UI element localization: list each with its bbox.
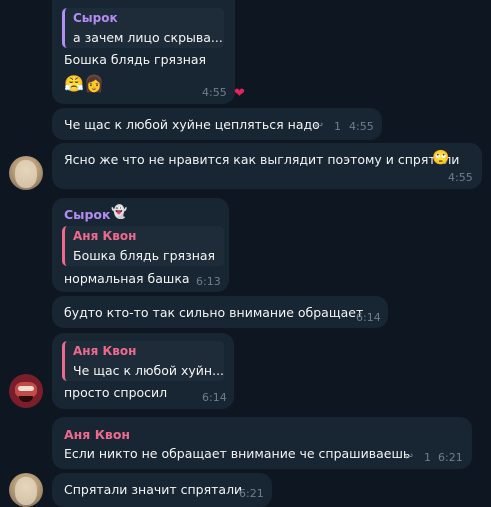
message-text: нормальная башка <box>64 271 190 286</box>
message-time: 4:55 <box>349 120 374 133</box>
replies-count: 1 <box>424 451 431 464</box>
heart-reaction-icon[interactable]: ❤ <box>234 86 245 101</box>
eye-roll-emoji: 🙄 <box>432 150 450 166</box>
reply-author: Аня Квон <box>73 344 137 358</box>
reply-author: Аня Квон <box>73 229 137 243</box>
replies-count: 1 <box>334 120 341 133</box>
sticker-emoji: 👩 <box>84 74 104 93</box>
message-time: 6:21 <box>239 487 264 500</box>
message-text: просто спросил <box>64 385 168 400</box>
message-time: 6:14 <box>202 391 227 404</box>
avatar[interactable] <box>9 156 43 190</box>
message-time: 6:14 <box>356 311 381 324</box>
avatar[interactable] <box>9 374 43 408</box>
message-bubble[interactable]: Ясно же что не нравится как выглядит поэ… <box>52 143 482 189</box>
message-bubble[interactable]: Сырок а зачем лицо скрыва... Бошка блядь… <box>52 0 235 104</box>
sender-name: Сырок <box>64 207 111 222</box>
message-time: 6:21 <box>438 451 463 464</box>
avatar[interactable] <box>9 473 43 507</box>
reply-author: Сырок <box>73 11 118 25</box>
avatar-mouth <box>19 396 33 402</box>
avatar-photo <box>15 477 37 505</box>
reply-arrow-icon[interactable]: ↩ <box>404 450 413 463</box>
message-text: Ясно же что не нравится как выглядит поэ… <box>64 152 460 167</box>
sticker-emoji: 😤 <box>64 74 84 93</box>
message-text: будто кто-то так сильно внимание обращае… <box>64 305 364 320</box>
reply-text: Че щас к любой хуйн... <box>73 363 224 378</box>
message-time: 4:55 <box>448 171 473 184</box>
message-text: Бошка блядь грязная <box>64 52 207 67</box>
sender-name: Аня Квон <box>64 427 131 442</box>
reply-preview[interactable]: Сырок а зачем лицо скрыва... <box>62 8 224 48</box>
message-time: 4:55 <box>202 86 227 99</box>
reply-preview[interactable]: Аня Квон Че щас к любой хуйн... <box>62 341 224 381</box>
ghost-emoji: 👻 <box>111 205 128 220</box>
message-bubble[interactable]: Че щас к любой хуйне цепляться надо ↩ 1 … <box>52 108 382 140</box>
avatar-eyes <box>18 386 34 391</box>
message-text: Че щас к любой хуйне цепляться надо <box>64 117 320 132</box>
message-bubble[interactable]: Спрятали значит спрятали 6:21 <box>52 473 272 507</box>
message-bubble[interactable]: Аня Квон Если никто не обращает внимание… <box>52 417 472 469</box>
reply-preview[interactable]: Аня Квон Бошка блядь грязная <box>62 226 224 266</box>
message-bubble[interactable]: Аня Квон Че щас к любой хуйн... просто с… <box>52 333 234 409</box>
reply-text: Бошка блядь грязная <box>73 248 216 263</box>
reply-arrow-icon[interactable]: ↩ <box>314 119 323 132</box>
message-time: 6:13 <box>196 275 221 288</box>
message-text: Спрятали значит спрятали <box>64 482 243 497</box>
avatar-photo <box>15 160 37 188</box>
message-text: Если никто не обращает внимание че спраш… <box>64 446 411 461</box>
reply-text: а зачем лицо скрыва... <box>73 30 223 45</box>
message-bubble[interactable]: будто кто-то так сильно внимание обращае… <box>52 296 388 328</box>
message-bubble[interactable]: Сырок 👻 Аня Квон Бошка блядь грязная нор… <box>52 198 229 292</box>
